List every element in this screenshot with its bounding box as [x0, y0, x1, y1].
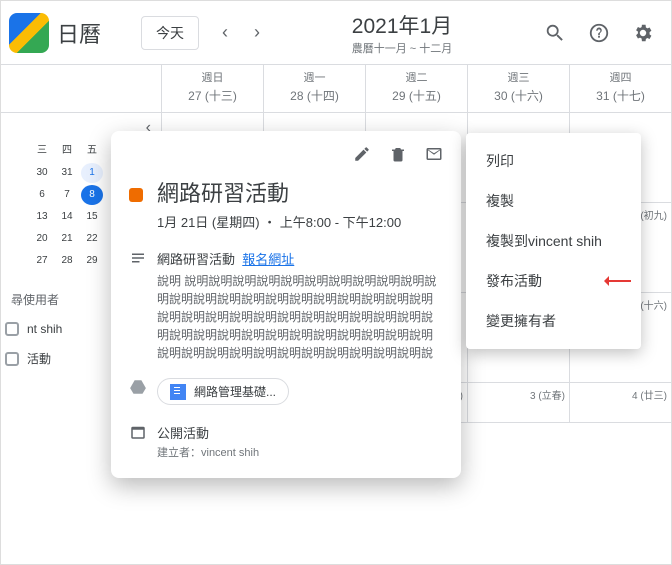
menu-item-copy[interactable]: 複製 — [466, 181, 641, 221]
month-subtitle: 農曆十一月 ~ 十二月 — [273, 40, 531, 56]
app-title: 日曆 — [57, 17, 101, 49]
menu-item-print[interactable]: 列印 — [466, 141, 641, 181]
description-body: 說明 說明說明說明說明說明說明說明說明說明說明說明說明說明說明說明說明說明說明說… — [157, 272, 443, 360]
week-header: 週日27 (十三) 週一28 (十四) 週二29 (十五) 週三30 (十六) … — [1, 65, 671, 113]
mini-cal-day[interactable]: 15 — [81, 207, 103, 227]
mini-cal-day[interactable]: 20 — [31, 229, 53, 249]
weekday-col: 週四31 (十七) — [569, 65, 671, 112]
event-detail-popup: 網路研習活動 1月 21日 (星期四) ・ 上午8:00 - 下午12:00 網… — [111, 131, 461, 478]
mini-cal-day[interactable]: 7 — [56, 185, 78, 205]
checkbox-icon[interactable] — [5, 352, 19, 366]
pencil-icon — [353, 145, 371, 163]
settings-button[interactable] — [623, 13, 663, 53]
month-title: 2021年1月 — [273, 10, 531, 40]
envelope-icon — [425, 145, 443, 163]
today-button[interactable]: 今天 — [141, 16, 199, 50]
mini-cal-day[interactable]: 28 — [56, 251, 78, 271]
mini-cal-day[interactable]: 29 — [81, 251, 103, 271]
event-time: 1月 21日 (星期四) ・ 上午8:00 - 下午12:00 — [157, 212, 443, 231]
search-button[interactable] — [535, 13, 575, 53]
top-bar: 日曆 今天 ‹ › 2021年1月 農曆十一月 ~ 十二月 — [1, 1, 671, 65]
description-title: 網路研習活動 — [157, 252, 235, 267]
more-actions-menu: 列印 複製 複製到vincent shih 發布活動 變更擁有者 — [466, 133, 641, 349]
creator-label: 建立者：vincent shih — [157, 444, 443, 460]
help-button[interactable] — [579, 13, 619, 53]
trash-icon — [389, 145, 407, 163]
gear-icon — [632, 22, 654, 44]
mini-cal-day[interactable]: 21 — [56, 229, 78, 249]
weekday-col: 週一28 (十四) — [263, 65, 365, 112]
edit-button[interactable] — [353, 145, 371, 168]
doc-icon — [170, 384, 186, 400]
calendar-icon — [129, 423, 147, 441]
description-icon — [129, 249, 147, 267]
prev-period-button[interactable]: ‹ — [209, 17, 241, 49]
signup-link[interactable]: 報名網址 — [242, 252, 294, 267]
mini-cal-day[interactable]: 8 — [81, 185, 103, 205]
mini-cal-day[interactable]: 31 — [56, 163, 78, 183]
delete-button[interactable] — [389, 145, 407, 168]
weekday-col: 週二29 (十五) — [365, 65, 467, 112]
search-icon — [544, 22, 566, 44]
menu-item-change-owner[interactable]: 變更擁有者 — [466, 301, 641, 341]
next-period-button[interactable]: › — [241, 17, 273, 49]
mini-cal-day[interactable]: 27 — [31, 251, 53, 271]
mini-cal-day[interactable]: 14 — [56, 207, 78, 227]
month-display: 2021年1月 農曆十一月 ~ 十二月 — [273, 10, 531, 56]
highlight-arrow-icon — [605, 280, 631, 282]
mini-cal-day[interactable]: 1 — [81, 163, 103, 183]
visibility-label: 公開活動 — [157, 423, 443, 442]
weekday-col: 週三30 (十六) — [467, 65, 569, 112]
mini-cal-day[interactable]: 22 — [81, 229, 103, 249]
menu-item-copy-to[interactable]: 複製到vincent shih — [466, 221, 641, 261]
event-color-icon — [129, 188, 143, 202]
drive-icon — [129, 378, 147, 396]
event-title: 網路研習活動 — [157, 176, 289, 208]
attachment-chip[interactable]: 網路管理基礎... — [157, 378, 289, 405]
calendar-logo-icon — [9, 13, 49, 53]
mini-cal-day[interactable]: 13 — [31, 207, 53, 227]
email-button[interactable] — [425, 145, 443, 168]
checkbox-icon[interactable] — [5, 322, 19, 336]
help-icon — [588, 22, 610, 44]
mini-cal-day[interactable]: 30 — [31, 163, 53, 183]
weekday-col: 週日27 (十三) — [161, 65, 263, 112]
menu-item-publish[interactable]: 發布活動 — [466, 261, 641, 301]
mini-cal-day[interactable]: 6 — [31, 185, 53, 205]
